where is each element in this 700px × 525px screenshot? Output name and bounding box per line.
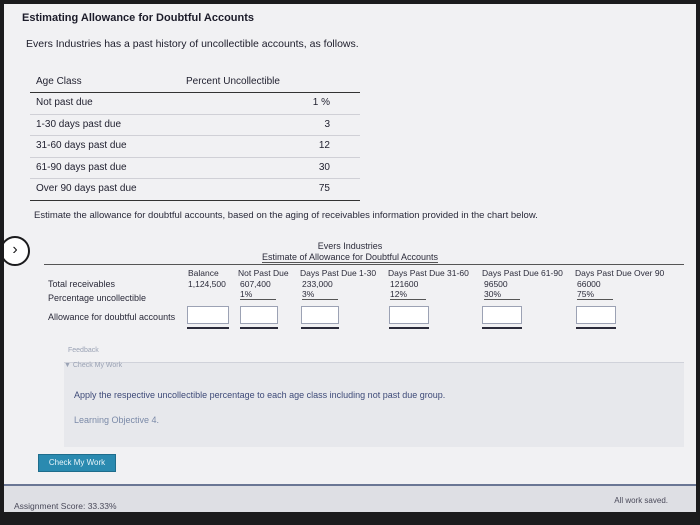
age-percent: 3: [324, 118, 330, 130]
total-61-90: 96500: [484, 279, 508, 289]
col-header-not-past-due: Not Past Due: [238, 268, 289, 278]
top-edge: [4, 0, 696, 4]
percent-header: Percent Uncollectible: [186, 76, 280, 87]
allowance-61-90-input[interactable]: [482, 306, 522, 324]
age-label: Over 90 days past due: [36, 183, 137, 194]
age-row-not-past-due: Not past due 1 %: [30, 93, 360, 115]
feedback-panel: [64, 362, 684, 447]
age-row-over-90: Over 90 days past due 75: [30, 179, 360, 201]
age-table-header: Age Class Percent Uncollectible: [30, 74, 360, 93]
double-underline: [482, 327, 522, 329]
age-row-61-90: 61-90 days past due 30: [30, 158, 360, 179]
estimate-divider: [44, 264, 684, 265]
age-class-header: Age Class: [36, 76, 82, 87]
pct-61-90: 30%: [484, 289, 520, 300]
age-row-31-60: 31-60 days past due 12: [30, 136, 360, 158]
allowance-1-30-input[interactable]: [301, 306, 339, 324]
age-label: 31-60 days past due: [36, 140, 127, 151]
double-underline: [389, 327, 429, 329]
pct-1-30: 3%: [302, 289, 338, 300]
allowance-over-90-input[interactable]: [576, 306, 616, 324]
col-header-61-90: Days Past Due 61-90: [482, 268, 563, 278]
age-label: 61-90 days past due: [36, 161, 127, 173]
pct-over-90: 75%: [577, 289, 613, 300]
assignment-score: Assignment Score: 33.33%: [14, 501, 117, 511]
total-over-90: 66000: [577, 279, 601, 289]
intro-text: Evers Industries has a past history of u…: [26, 38, 359, 50]
age-label: Not past due: [36, 97, 93, 108]
pct-31-60: 12%: [390, 289, 426, 300]
age-percent: 75: [318, 183, 330, 194]
row-label-total-receivables: Total receivables: [48, 279, 116, 289]
instruction-text: Estimate the allowance for doubtful acco…: [34, 210, 538, 221]
feedback-hint: Apply the respective uncollectible perce…: [74, 390, 446, 400]
allowance-31-60-input[interactable]: [389, 306, 429, 324]
estimate-subtitle-wrap: Estimate of Allowance for Doubtful Accou…: [4, 252, 696, 263]
total-1-30: 233,000: [302, 279, 333, 289]
page-title: Estimating Allowance for Doubtful Accoun…: [22, 12, 255, 24]
total-not-past-due: 607,400: [240, 279, 271, 289]
learning-objective-link[interactable]: Learning Objective 4.: [74, 415, 159, 425]
total-balance: 1,124,500: [188, 279, 226, 289]
check-my-work-toggle[interactable]: ▼ Check My Work: [64, 362, 122, 369]
age-percent: 12: [318, 140, 330, 151]
allowance-not-past-due-input[interactable]: [240, 306, 278, 324]
double-underline: [576, 327, 616, 329]
save-status: All work saved.: [614, 496, 668, 505]
age-percent: 30: [318, 161, 330, 173]
double-underline: [240, 327, 278, 329]
age-row-1-30: 1-30 days past due 3: [30, 115, 360, 136]
estimate-company: Evers Industries: [317, 241, 383, 251]
row-label-allowance: Allowance for doubtful accounts: [48, 312, 176, 322]
estimate-subtitle: Estimate of Allowance for Doubtful Accou…: [261, 252, 439, 263]
double-underline: [187, 327, 229, 329]
feedback-label: Feedback: [68, 347, 99, 354]
age-percent: 1 %: [312, 97, 330, 108]
pct-not-past-due: 1%: [240, 289, 276, 300]
age-label: 1-30 days past due: [36, 118, 122, 130]
total-31-60: 121600: [390, 279, 419, 289]
age-class-table: Age Class Percent Uncollectible Not past…: [30, 74, 360, 201]
col-header-over-90: Days Past Due Over 90: [575, 268, 665, 278]
col-header-31-60: Days Past Due 31-60: [388, 268, 469, 278]
check-my-work-button[interactable]: Check My Work: [38, 454, 116, 472]
col-header-1-30: Days Past Due 1-30: [300, 268, 377, 278]
col-header-balance: Balance: [188, 268, 219, 278]
double-underline: [301, 327, 339, 329]
allowance-balance-input[interactable]: [187, 306, 229, 324]
row-label-percentage: Percentage uncollectible: [48, 293, 147, 303]
assignment-page: Estimating Allowance for Doubtful Accoun…: [4, 0, 696, 512]
